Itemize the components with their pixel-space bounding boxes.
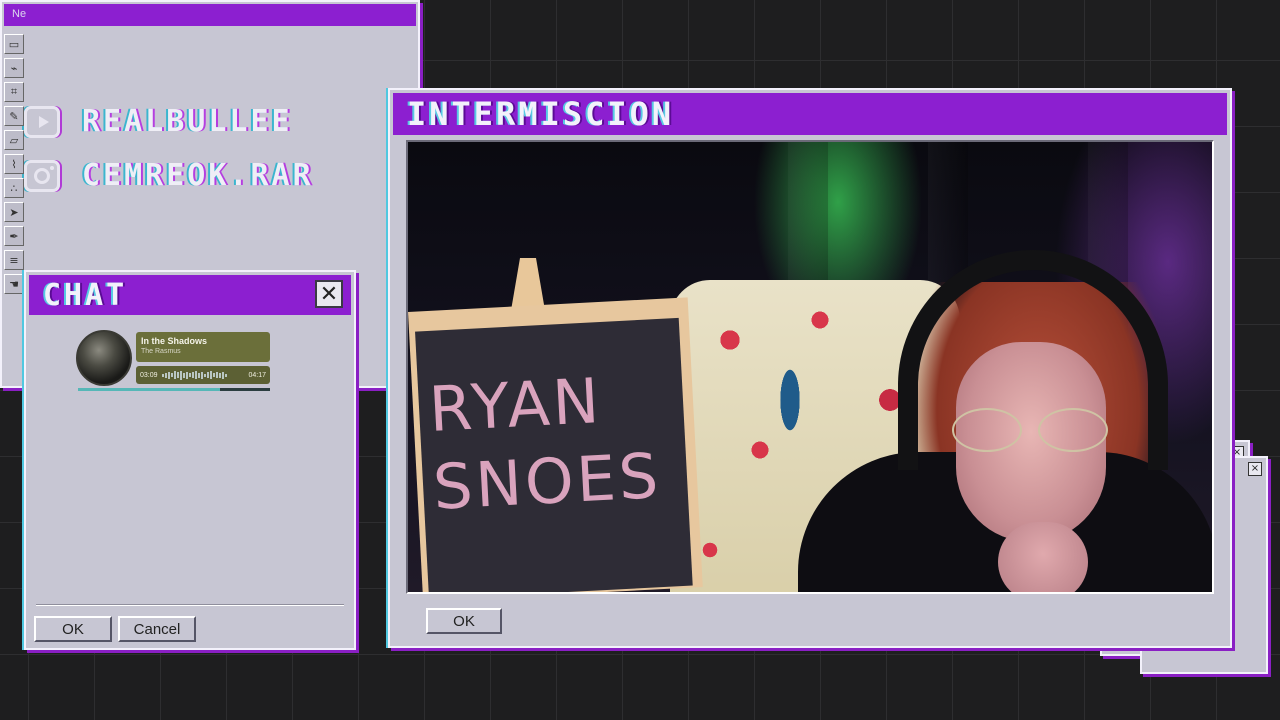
pointer-tool-icon[interactable]: ➤ — [4, 202, 24, 222]
brush-tool-icon[interactable]: ⌇ — [4, 154, 24, 174]
instagram-handle: CEMREOK.RAR — [82, 158, 314, 193]
youtube-icon — [24, 105, 60, 138]
hand-tool-icon[interactable]: ☚ — [4, 274, 24, 294]
close-icon[interactable]: ✕ — [315, 280, 343, 308]
track-duration: 04:17 — [248, 371, 266, 379]
now-playing-card: In the Shadows The Rasmus — [136, 332, 270, 362]
pen-tool-icon[interactable]: ✒ — [4, 226, 24, 246]
webcam-feed: RYAN SNOES — [406, 140, 1214, 594]
youtube-handle-row: REALBULLEE — [24, 104, 293, 139]
divider — [36, 604, 344, 606]
ok-button[interactable]: OK — [34, 616, 112, 642]
track-title: In the Shadows — [141, 336, 208, 346]
waveform — [161, 370, 245, 380]
elapsed-time: 03:09 — [140, 371, 158, 379]
chat-title: CHAT — [43, 277, 128, 313]
pencil-tool-icon[interactable]: ✎ — [4, 106, 24, 126]
progress-track[interactable] — [78, 388, 270, 391]
text-tool-icon[interactable]: ≡ — [4, 250, 24, 270]
track-artist: The Rasmus — [141, 348, 181, 355]
paint-title: Ne — [4, 4, 416, 26]
chalkboard-sign: RYAN SNOES — [408, 297, 703, 592]
ok-button[interactable]: OK — [426, 608, 502, 634]
crop-tool-icon[interactable]: ⌗ — [4, 82, 24, 102]
chat-window: CHAT ✕ In the Shadows The Rasmus 03:09 0… — [24, 270, 356, 650]
close-icon[interactable]: × — [1248, 462, 1262, 476]
intermission-titlebar[interactable]: INTERMISCION — [393, 93, 1227, 135]
playback-bar: 03:09 04:17 — [136, 366, 270, 384]
intermission-window: INTERMISCION RYAN SNOES OK — [388, 88, 1232, 648]
spray-tool-icon[interactable]: ∴ — [4, 178, 24, 198]
paint-toolbar: ▭ ⌁ ⌗ ✎ ▱ ⌇ ∴ ➤ ✒ ≡ ☚ — [4, 34, 26, 294]
lasso-tool-icon[interactable]: ⌁ — [4, 58, 24, 78]
progress-fill — [78, 388, 221, 391]
album-art — [76, 330, 132, 386]
chat-titlebar[interactable]: CHAT ✕ — [29, 275, 351, 315]
cancel-button[interactable]: Cancel — [118, 616, 196, 642]
chalkboard-text: RYAN SNOES — [427, 364, 663, 524]
youtube-handle: REALBULLEE — [82, 104, 293, 139]
window-title: INTERMISCION — [407, 95, 675, 133]
instagram-icon — [24, 159, 60, 192]
select-tool-icon[interactable]: ▭ — [4, 34, 24, 54]
eraser-tool-icon[interactable]: ▱ — [4, 130, 24, 150]
instagram-handle-row: CEMREOK.RAR — [24, 158, 314, 193]
